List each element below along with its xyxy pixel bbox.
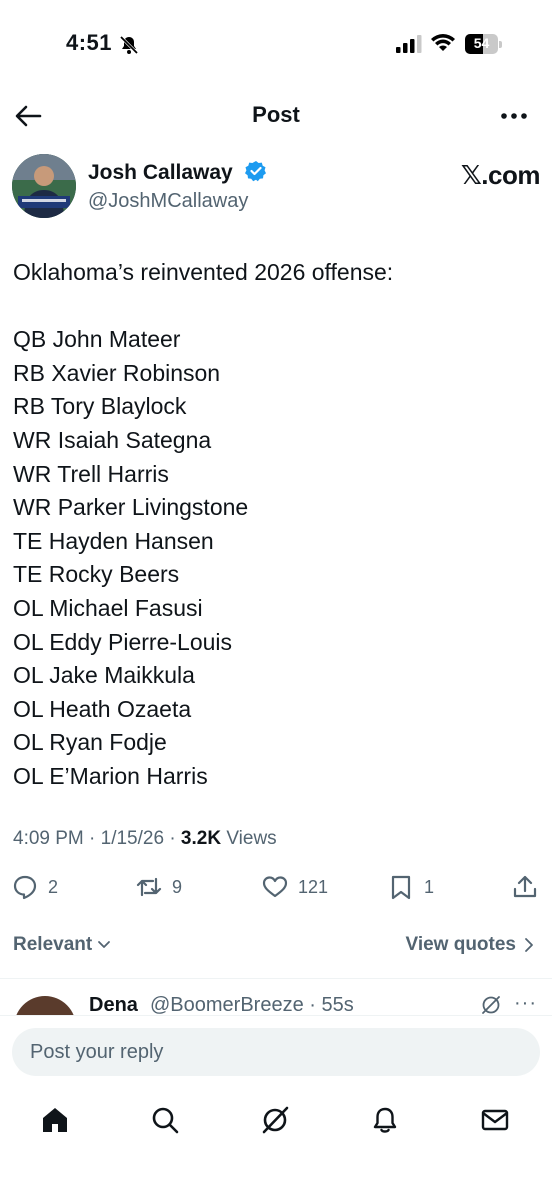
author-handle[interactable]: @JoshMCallaway [88, 190, 248, 213]
bottom-tab-bar [0, 1085, 552, 1155]
wifi-icon [431, 34, 455, 51]
post-timestamp: 4:09 PM · 1/15/26 · [13, 828, 181, 849]
more-horizontal-icon [501, 113, 527, 119]
tab-home[interactable] [38, 1103, 72, 1137]
roster-line: OL Heath Ozaeta [13, 695, 192, 722]
tab-notifications[interactable] [368, 1103, 402, 1137]
repost-button[interactable]: 9 [136, 874, 182, 900]
view-quotes-link[interactable]: View quotes [405, 934, 536, 956]
reply-author-handle: @BoomerBreeze · 55s [150, 994, 354, 1016]
author-name[interactable]: Josh Callaway [88, 160, 267, 185]
chevron-down-icon [98, 941, 111, 948]
roster-line: QB John Mateer [13, 326, 181, 353]
source-badge: 𝕏.com [460, 160, 541, 190]
like-button[interactable]: 121 [262, 874, 328, 900]
reply-input[interactable]: Post your reply [12, 1028, 540, 1076]
bell-off-icon [119, 35, 139, 55]
battery-level: 54 [473, 35, 490, 51]
sort-dropdown[interactable]: Relevant [13, 934, 112, 956]
post-meta: 4:09 PM · 1/15/26 · 3.2K Views [13, 828, 277, 850]
roster-line: TE Hayden Hansen [13, 527, 214, 554]
tab-search[interactable] [148, 1103, 182, 1137]
search-icon [152, 1107, 179, 1134]
more-horizontal-icon[interactable]: ··· [514, 992, 537, 1015]
roster-line: WR Parker Livingstone [13, 494, 249, 521]
replies-filter-row: Relevant View quotes [0, 928, 552, 964]
chevron-right-icon [525, 938, 533, 952]
like-count: 121 [298, 876, 329, 897]
avatar[interactable] [12, 154, 76, 218]
sort-label: Relevant [13, 934, 93, 955]
bookmark-icon [391, 875, 411, 900]
post-actions: 2 9 121 1 [0, 868, 552, 908]
reply-composer: Post your reply [0, 1015, 552, 1085]
roster-line: WR Trell Harris [13, 460, 169, 487]
reply-item[interactable]: Dena @BoomerBreeze · 55s ··· [0, 990, 552, 1016]
verified-badge-icon [244, 161, 266, 182]
reply-button[interactable]: 2 [12, 874, 58, 900]
tab-grok[interactable] [258, 1103, 292, 1137]
messages-icon [481, 1109, 509, 1131]
share-icon [513, 875, 537, 898]
cellular-signal-icon [396, 35, 422, 53]
page-title: Post [252, 102, 300, 127]
nav-header: Post [0, 90, 552, 142]
battery-indicator: 54 [465, 34, 503, 54]
roster-line: OL E’Marion Harris [13, 762, 208, 789]
reply-author-name[interactable]: Dena [89, 994, 138, 1016]
bookmark-button[interactable]: 1 [388, 874, 434, 900]
more-button[interactable] [498, 102, 530, 130]
roster-line: OL Michael Fasusi [13, 594, 203, 621]
author-name-text: Josh Callaway [88, 161, 233, 184]
reply-count: 2 [48, 876, 59, 897]
tab-messages[interactable] [478, 1103, 512, 1137]
grok-icon[interactable] [480, 994, 502, 1016]
roster-line: OL Jake Maikkula [13, 662, 195, 689]
post-body: Oklahoma’s reinvented 2026 offense: QB J… [13, 256, 533, 794]
view-quotes-label: View quotes [405, 934, 516, 955]
grok-icon [262, 1106, 289, 1134]
reply-icon [13, 875, 37, 900]
home-icon [43, 1108, 67, 1132]
status-time: 4:51 [66, 30, 113, 55]
roster-line: OL Eddy Pierre-Louis [13, 628, 233, 655]
status-bar: 4:51 54 [0, 0, 552, 90]
bookmark-count: 1 [424, 876, 435, 897]
repost-icon [136, 877, 162, 897]
post-author: Josh Callaway @JoshMCallaway 𝕏.com [12, 154, 541, 224]
post-intro: Oklahoma’s reinvented 2026 offense: [13, 259, 394, 285]
share-button[interactable] [512, 874, 538, 900]
roster-line: TE Rocky Beers [13, 561, 180, 588]
divider [0, 978, 552, 979]
reply-avatar[interactable] [14, 996, 76, 1016]
roster-line: RB Tory Blaylock [13, 393, 187, 420]
heart-icon [262, 876, 288, 898]
roster-line: OL Ryan Fodje [13, 729, 167, 756]
notifications-icon [373, 1107, 397, 1133]
views-label: Views [221, 828, 277, 849]
roster-line: WR Isaiah Sategna [13, 426, 212, 453]
repost-count: 9 [172, 876, 183, 897]
roster-line: RB Xavier Robinson [13, 359, 221, 386]
views-count[interactable]: 3.2K [181, 828, 221, 849]
